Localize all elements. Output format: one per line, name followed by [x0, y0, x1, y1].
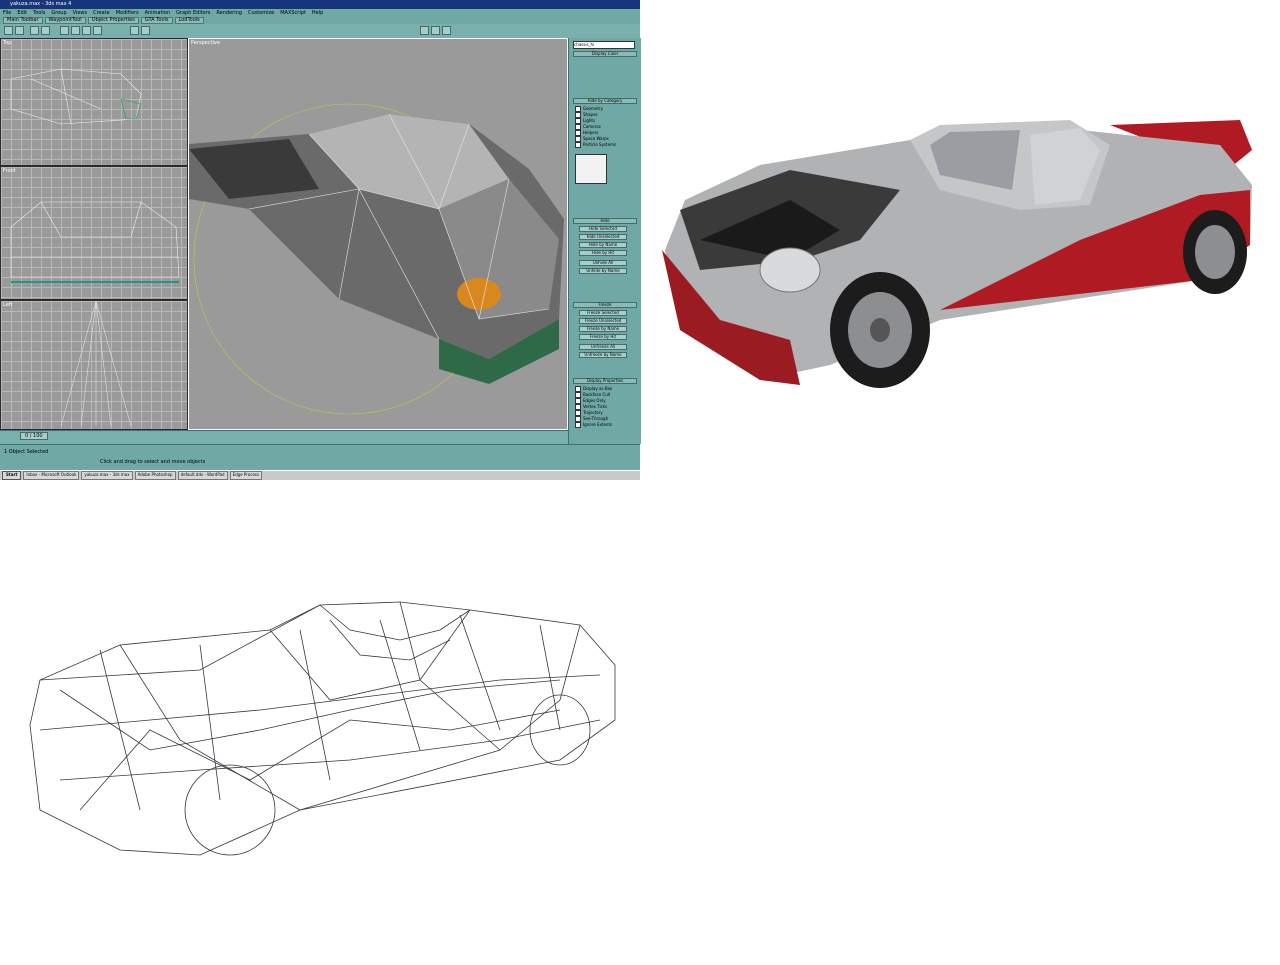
- tab-main-toolbar[interactable]: Main Toolbar: [3, 17, 43, 24]
- unfreeze-by-name-button[interactable]: Unfreeze by Name: [579, 352, 627, 358]
- taskbar-edge-process[interactable]: Edge Process: [229, 471, 263, 480]
- main-toolbar: [0, 24, 640, 39]
- freeze-selected-button[interactable]: Freeze Selected: [579, 310, 627, 316]
- max-title-bar: yakuza.max - 3ds max 4: [0, 0, 640, 9]
- rollout-hide-by-category[interactable]: Hide by Category: [573, 98, 637, 104]
- car-wireframe: [0, 480, 640, 960]
- menu-bar: File Edit Tools Group Views Create Modif…: [0, 9, 640, 17]
- viewport-label-perspective: Perspective: [191, 40, 220, 46]
- move-icon[interactable]: [71, 26, 80, 35]
- menu-graph-editors[interactable]: Graph Editors: [176, 9, 210, 17]
- freeze-by-hit-button[interactable]: Freeze by Hit: [579, 334, 627, 340]
- prop-ignore-extents[interactable]: Ignore Extents: [575, 422, 612, 428]
- viewport-left[interactable]: Left: [0, 300, 188, 430]
- rotate-icon[interactable]: [82, 26, 91, 35]
- menu-create[interactable]: Create: [93, 9, 110, 17]
- tab-bar: Main Toolbar WaypointTool Object Propert…: [0, 17, 640, 24]
- time-slider-label: 0 / 100: [20, 432, 48, 440]
- category-particle-systems[interactable]: Particle Systems: [575, 142, 616, 148]
- align-icon[interactable]: [141, 26, 150, 35]
- object-name-field[interactable]: chassis_hi: [573, 41, 635, 49]
- hide-by-hit-button[interactable]: Hide by Hit: [579, 250, 627, 256]
- status-prompt: Click and drag to select and move object…: [100, 459, 206, 465]
- mirror-icon[interactable]: [130, 26, 139, 35]
- tab-waypoint-tool[interactable]: WaypointTool: [44, 17, 86, 24]
- left-view-wire: [60, 301, 132, 427]
- taskbar-outlook[interactable]: Inbox - Microsoft Outlook: [23, 471, 80, 480]
- redo-icon[interactable]: [15, 26, 24, 35]
- undo-icon[interactable]: [4, 26, 13, 35]
- menu-rendering[interactable]: Rendering: [216, 9, 242, 17]
- freeze-unselected-button[interactable]: Freeze Unselected: [579, 318, 627, 324]
- menu-customize[interactable]: Customize: [248, 9, 274, 17]
- time-slider[interactable]: 0 / 100: [0, 430, 568, 445]
- tab-object-properties[interactable]: Object Properties: [87, 17, 139, 24]
- rollout-display-color[interactable]: Display Color: [573, 51, 637, 57]
- unlink-icon[interactable]: [41, 26, 50, 35]
- viewport-front[interactable]: Front: [0, 166, 188, 300]
- hide-selected-button[interactable]: Hide Selected: [579, 226, 627, 232]
- unhide-all-button[interactable]: Unhide All: [579, 260, 627, 266]
- menu-group[interactable]: Group: [51, 9, 66, 17]
- taskbar-wordpad[interactable]: default.dds - WordPad: [177, 471, 228, 480]
- rollout-freeze[interactable]: Freeze: [573, 302, 637, 308]
- menu-modifiers[interactable]: Modifiers: [116, 9, 139, 17]
- hide-by-name-button[interactable]: Hide by Name: [579, 242, 627, 248]
- tab-gta-tools[interactable]: GTA Tools: [140, 17, 173, 24]
- menu-animation[interactable]: Animation: [145, 9, 171, 17]
- status-selection: 1 Object Selected: [4, 449, 49, 455]
- menu-help[interactable]: Help: [312, 9, 323, 17]
- freeze-by-name-button[interactable]: Freeze by Name: [579, 326, 627, 332]
- viewport-label-top: Top: [3, 40, 12, 46]
- select-icon[interactable]: [60, 26, 69, 35]
- front-view-wire: [10, 201, 180, 283]
- window-title: yakuza.max - 3ds max 4: [10, 1, 72, 7]
- menu-edit[interactable]: Edit: [17, 9, 27, 17]
- tab-lod-tools[interactable]: LodTools: [174, 17, 204, 24]
- rollout-hide[interactable]: Hide: [573, 218, 637, 224]
- color-swatch[interactable]: [575, 154, 607, 184]
- viewport-perspective[interactable]: Perspective: [188, 38, 568, 430]
- unhide-by-name-button[interactable]: Unhide by Name: [579, 268, 627, 274]
- perspective-car: [189, 103, 564, 415]
- material-editor-icon[interactable]: [420, 26, 429, 35]
- car-damaged-illustration: [662, 120, 1252, 388]
- link-icon[interactable]: [30, 26, 39, 35]
- unfreeze-all-button[interactable]: Unfreeze All: [579, 344, 627, 350]
- render-icon[interactable]: [431, 26, 440, 35]
- max-window: yakuza.max - 3ds max 4 File Edit Tools G…: [0, 0, 641, 480]
- rollout-display-properties[interactable]: Display Properties: [573, 378, 637, 384]
- status-bar: 1 Object Selected Click and drag to sele…: [0, 444, 640, 471]
- command-panel: chassis_hi Display Color Hide by Categor…: [568, 38, 641, 444]
- menu-tools[interactable]: Tools: [33, 9, 45, 17]
- menu-file[interactable]: File: [3, 9, 11, 17]
- windows-taskbar: Start Inbox - Microsoft Outlook yakuza.m…: [0, 470, 640, 480]
- taskbar-3dsmax[interactable]: yakuza.max - 3ds max: [81, 471, 133, 480]
- viewport-label-left: Left: [3, 302, 13, 308]
- car-render-damaged: [640, 0, 1280, 430]
- taskbar-photoshop[interactable]: Adobe Photoshop: [134, 471, 176, 480]
- hide-unselected-button[interactable]: Hide Unselected: [579, 234, 627, 240]
- top-view-wire: [10, 68, 142, 125]
- quick-render-icon[interactable]: [442, 26, 451, 35]
- start-button[interactable]: Start: [2, 471, 22, 480]
- viewport-label-front: Front: [3, 168, 16, 174]
- viewport-top[interactable]: Top: [0, 38, 188, 166]
- scale-icon[interactable]: [93, 26, 102, 35]
- menu-maxscript[interactable]: MAXScript: [280, 9, 306, 17]
- menu-views[interactable]: Views: [73, 9, 87, 17]
- wireframe-illustration: [29, 601, 616, 856]
